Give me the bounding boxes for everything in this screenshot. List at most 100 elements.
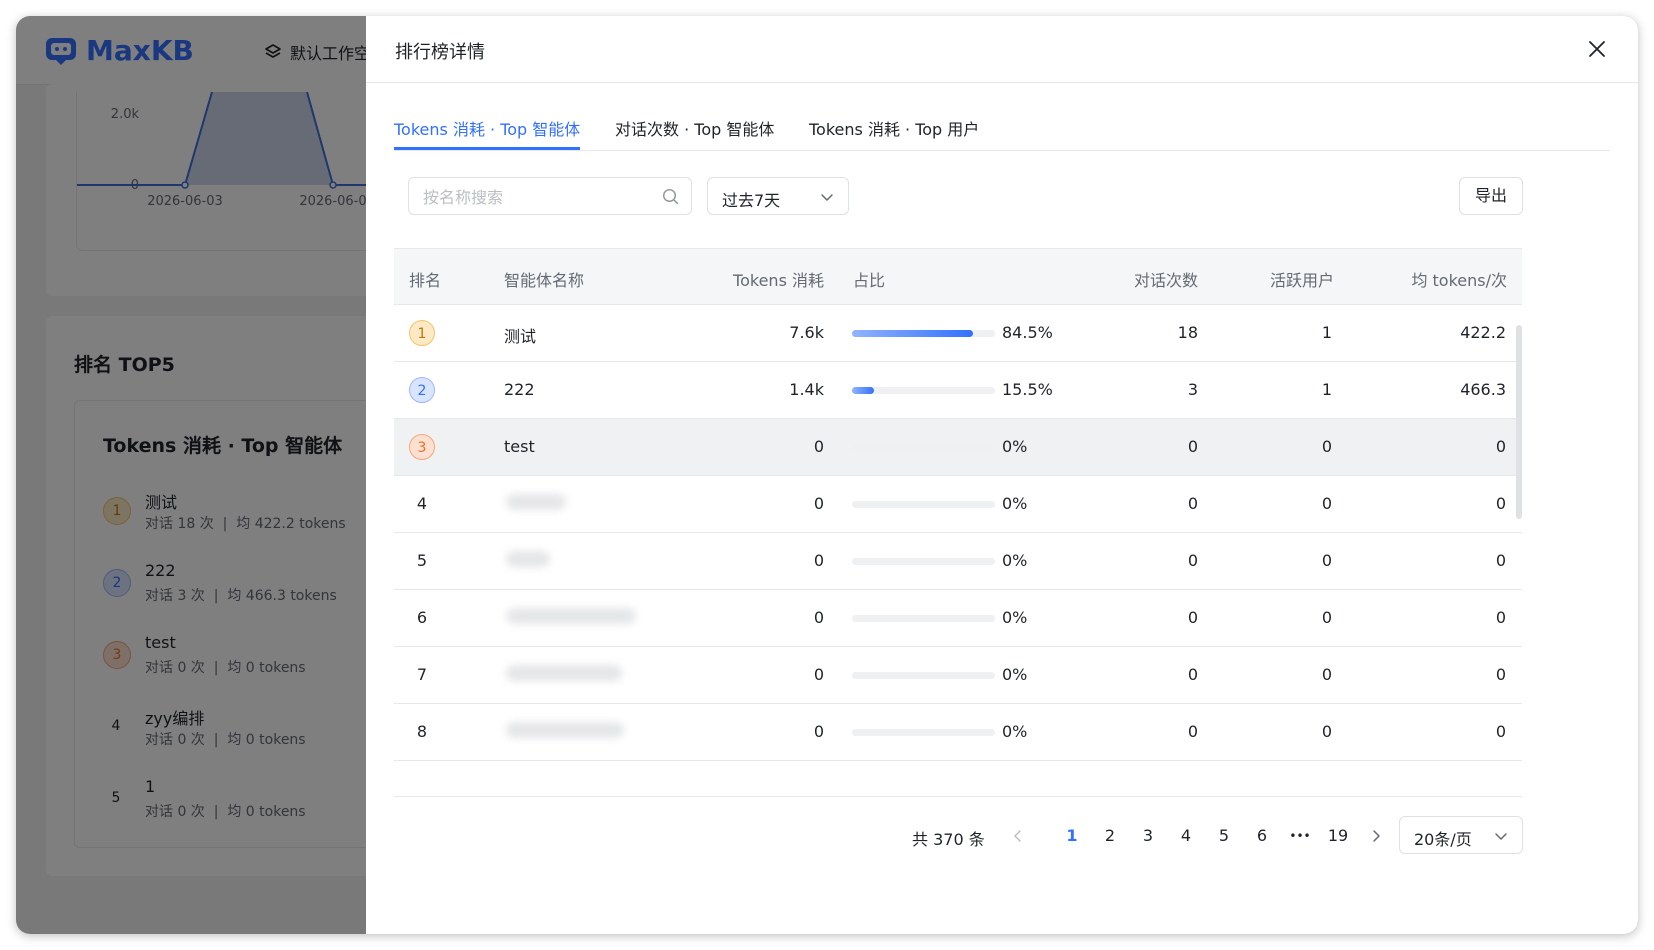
chats-value: 0 bbox=[1187, 494, 1198, 513]
col-tokens: Tokens 消耗 bbox=[733, 271, 824, 290]
share-bar bbox=[852, 444, 995, 451]
share-bar-fill bbox=[852, 387, 875, 394]
users-value: 1 bbox=[1321, 323, 1332, 342]
tab-chats-top-agents[interactable]: 对话次数 · Top 智能体 bbox=[615, 116, 774, 150]
col-active-users: 活跃用户 bbox=[1269, 271, 1334, 290]
col-rank: 排名 bbox=[409, 271, 442, 290]
agent-name: 测试 bbox=[504, 327, 537, 346]
app-window: MaxKB 默认工作空间 2.0k 0 2026-06-03 bbox=[16, 16, 1638, 934]
chevron-down-icon bbox=[821, 194, 833, 201]
tokens-value: 1.4k bbox=[789, 380, 824, 399]
leaderboard-tabs: Tokens 消耗 · Top 智能体 对话次数 · Top 智能体 Token… bbox=[394, 116, 1610, 151]
table-header: 排名 智能体名称 Tokens 消耗 占比 对话次数 活跃用户 均 tokens… bbox=[394, 248, 1522, 305]
tokens-value: 0 bbox=[813, 608, 824, 627]
search-icon[interactable] bbox=[662, 188, 679, 205]
agent-name-redacted bbox=[498, 704, 644, 760]
col-share: 占比 bbox=[853, 271, 886, 290]
table-row[interactable]: 3 test 0 0% 0 0 0 bbox=[394, 419, 1522, 476]
table-bottom-divider bbox=[394, 796, 1522, 797]
share-value: 15.5% bbox=[1002, 380, 1053, 399]
page-5[interactable]: 5 bbox=[1212, 826, 1236, 845]
export-button[interactable]: 导出 bbox=[1459, 177, 1523, 215]
rank-badge-bronze: 3 bbox=[409, 434, 435, 460]
page-2[interactable]: 2 bbox=[1098, 826, 1122, 845]
users-value: 1 bbox=[1321, 380, 1332, 399]
rank-number: 6 bbox=[416, 608, 428, 627]
table-row[interactable]: 4 0 0% 0 0 0 bbox=[394, 476, 1522, 533]
col-agent-name: 智能体名称 bbox=[504, 271, 585, 290]
rank-badge-gold: 1 bbox=[409, 320, 435, 346]
page-1[interactable]: 1 bbox=[1060, 826, 1084, 845]
avg-value: 466.3 bbox=[1460, 380, 1506, 399]
page-4[interactable]: 4 bbox=[1174, 826, 1198, 845]
search-field bbox=[408, 177, 692, 215]
page-ellipsis[interactable]: ••• bbox=[1288, 829, 1312, 843]
pagination: 共 370 条 1 2 3 4 5 6 ••• 19 20条/页 bbox=[366, 816, 1638, 864]
close-icon[interactable] bbox=[1586, 38, 1608, 60]
share-value: 0% bbox=[1002, 608, 1028, 627]
total-count: 共 370 条 bbox=[912, 830, 985, 849]
tokens-value: 7.6k bbox=[789, 323, 824, 342]
table-row[interactable]: 1 测试 7.6k 84.5% 18 1 422.2 bbox=[394, 305, 1522, 362]
rank-number: 8 bbox=[416, 722, 428, 741]
search-input[interactable] bbox=[421, 186, 655, 208]
tokens-value: 0 bbox=[813, 722, 824, 741]
share-bar bbox=[852, 672, 995, 679]
period-select[interactable]: 过去7天 bbox=[707, 177, 849, 215]
share-value: 0% bbox=[1002, 722, 1028, 741]
share-value: 0% bbox=[1002, 494, 1028, 513]
avg-value: 0 bbox=[1495, 722, 1506, 741]
users-value: 0 bbox=[1321, 665, 1332, 684]
table-row[interactable]: 8 0 0% 0 0 0 bbox=[394, 704, 1522, 761]
rank-badge-silver: 2 bbox=[409, 377, 435, 403]
agent-name-redacted bbox=[498, 647, 644, 703]
rank-number: 5 bbox=[416, 551, 428, 570]
page-6[interactable]: 6 bbox=[1250, 826, 1274, 845]
share-bar bbox=[852, 615, 995, 622]
chats-value: 18 bbox=[1177, 323, 1198, 342]
table-row[interactable]: 5 0 0% 0 0 0 bbox=[394, 533, 1522, 590]
chats-value: 3 bbox=[1187, 380, 1198, 399]
agent-name-redacted bbox=[498, 590, 644, 646]
tab-tokens-top-users[interactable]: Tokens 消耗 · Top 用户 bbox=[809, 116, 979, 150]
chevron-left-icon[interactable] bbox=[1010, 828, 1026, 844]
period-value: 过去7天 bbox=[722, 191, 781, 210]
drawer-title: 排行榜详情 bbox=[395, 42, 485, 63]
share-bar bbox=[852, 501, 995, 508]
rank-number: 4 bbox=[416, 494, 428, 513]
share-bar bbox=[852, 729, 995, 736]
chats-value: 0 bbox=[1187, 551, 1198, 570]
users-value: 0 bbox=[1321, 722, 1332, 741]
agent-name: test bbox=[504, 437, 535, 456]
share-value: 84.5% bbox=[1002, 323, 1053, 342]
tab-tokens-top-agents[interactable]: Tokens 消耗 · Top 智能体 bbox=[394, 116, 581, 150]
avg-value: 0 bbox=[1495, 551, 1506, 570]
table-row[interactable]: 7 0 0% 0 0 0 bbox=[394, 647, 1522, 704]
users-value: 0 bbox=[1321, 494, 1332, 513]
page-size-select[interactable]: 20条/页 bbox=[1399, 816, 1523, 854]
avg-value: 422.2 bbox=[1460, 323, 1506, 342]
users-value: 0 bbox=[1321, 551, 1332, 570]
share-value: 0% bbox=[1002, 551, 1028, 570]
avg-value: 0 bbox=[1495, 665, 1506, 684]
chats-value: 0 bbox=[1187, 722, 1198, 741]
drawer-header: 排行榜详情 bbox=[366, 16, 1638, 83]
chevron-right-icon[interactable] bbox=[1368, 828, 1384, 844]
table-row[interactable]: 6 0 0% 0 0 0 bbox=[394, 590, 1522, 647]
share-value: 0% bbox=[1002, 665, 1028, 684]
table-scrollbar[interactable] bbox=[1516, 325, 1522, 519]
page-size-value: 20条/页 bbox=[1414, 830, 1472, 849]
chevron-down-icon bbox=[1495, 833, 1507, 840]
chats-value: 0 bbox=[1187, 437, 1198, 456]
page-last[interactable]: 19 bbox=[1326, 826, 1350, 845]
share-bar bbox=[852, 387, 995, 394]
share-value: 0% bbox=[1002, 437, 1028, 456]
table-row[interactable]: 2 222 1.4k 15.5% 3 1 466.3 bbox=[394, 362, 1522, 419]
page-3[interactable]: 3 bbox=[1136, 826, 1160, 845]
avg-value: 0 bbox=[1495, 608, 1506, 627]
avg-value: 0 bbox=[1495, 494, 1506, 513]
share-bar bbox=[852, 558, 995, 565]
agent-name-redacted bbox=[498, 533, 644, 589]
tokens-value: 0 bbox=[813, 494, 824, 513]
rank-number: 7 bbox=[416, 665, 428, 684]
